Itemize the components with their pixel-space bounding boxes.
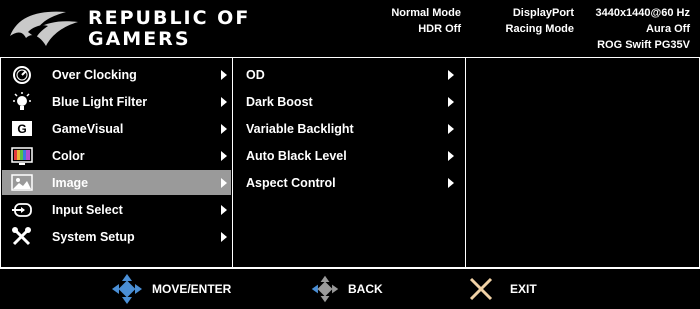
move-enter-button[interactable]: MOVE/ENTER — [110, 269, 231, 309]
hdr-status: HDR Off — [418, 23, 461, 35]
submenu-item-label: Variable Backlight — [246, 121, 354, 136]
chevron-right-icon — [221, 231, 227, 242]
menu-item-over-clocking[interactable]: Over Clocking — [2, 62, 231, 87]
chevron-right-icon — [448, 123, 454, 134]
submenu-item-label: Aspect Control — [246, 175, 336, 190]
menu-item-label: Image — [52, 175, 89, 190]
tools-icon — [12, 226, 31, 245]
color-bars-icon — [11, 146, 33, 165]
input-select-icon — [12, 202, 32, 217]
menu-item-system-setup[interactable]: System Setup — [2, 224, 231, 249]
aura-status: Aura Off — [646, 23, 690, 35]
option-panel — [465, 57, 700, 268]
submenu-item-dark-boost[interactable]: Dark Boost — [234, 89, 464, 114]
close-icon — [469, 277, 493, 301]
submenu-item-label: Dark Boost — [246, 94, 313, 109]
chevron-right-icon — [221, 177, 227, 188]
osd-footer: MOVE/ENTER BACK EXIT — [0, 268, 700, 309]
submenu-item-auto-black-level[interactable]: Auto Black Level — [234, 143, 464, 168]
chevron-right-icon — [448, 150, 454, 161]
menu-item-blue-light-filter[interactable]: Blue Light Filter — [2, 89, 231, 114]
menu-item-label: Blue Light Filter — [52, 94, 148, 109]
submenu-item-od[interactable]: OD — [234, 62, 464, 87]
menu-item-label: GameVisual — [52, 121, 124, 136]
svg-text:G: G — [17, 122, 26, 136]
main-menu-panel: Over Clocking Blue Light Filter G GameVi… — [0, 57, 233, 268]
submenu-item-label: OD — [246, 67, 265, 82]
menu-item-color[interactable]: Color — [2, 143, 231, 168]
gamevisual-icon: G — [12, 120, 32, 136]
speedometer-icon — [13, 65, 31, 84]
submenu-item-aspect-control[interactable]: Aspect Control — [234, 170, 464, 195]
dpad-back-icon — [311, 275, 339, 303]
chevron-right-icon — [221, 204, 227, 215]
move-enter-label: MOVE/ENTER — [152, 282, 232, 296]
brand-line-2: GAMERS — [88, 28, 191, 50]
exit-button[interactable]: EXIT — [468, 269, 537, 309]
chevron-right-icon — [221, 96, 227, 107]
chevron-right-icon — [448, 96, 454, 107]
picture-mode-status: Normal Mode — [391, 7, 461, 19]
image-icon — [11, 173, 33, 191]
dpad-move-icon — [112, 274, 142, 304]
rog-eye-logo-icon — [10, 11, 78, 46]
back-label: BACK — [348, 282, 383, 296]
model-name: ROG Swift PG35V — [597, 39, 690, 51]
image-submenu-panel: OD Dark Boost Variable Backlight Auto Bl… — [232, 57, 466, 268]
menu-item-image[interactable]: Image — [2, 170, 231, 195]
chevron-right-icon — [221, 150, 227, 161]
submenu-item-variable-backlight[interactable]: Variable Backlight — [234, 116, 464, 141]
chevron-right-icon — [448, 177, 454, 188]
submenu-item-label: Auto Black Level — [246, 148, 347, 163]
menu-item-input-select[interactable]: Input Select — [2, 197, 231, 222]
menu-item-label: Over Clocking — [52, 67, 137, 82]
chevron-right-icon — [448, 69, 454, 80]
resolution-status: 3440x1440@60 Hz — [595, 7, 690, 19]
menu-item-gamevisual[interactable]: G GameVisual — [2, 116, 231, 141]
brand-line-1: REPUBLIC OF — [88, 7, 251, 29]
back-button[interactable]: BACK — [310, 269, 383, 309]
brand-wordmark: REPUBLIC OF GAMERS — [88, 8, 250, 50]
chevron-right-icon — [221, 123, 227, 134]
input-status: DisplayPort — [512, 7, 574, 19]
menu-item-label: System Setup — [52, 229, 135, 244]
bulb-icon — [13, 91, 31, 110]
racing-mode-status: Racing Mode — [505, 23, 574, 35]
menu-item-label: Input Select — [52, 202, 123, 217]
menu-item-label: Color — [52, 148, 85, 163]
exit-label: EXIT — [510, 282, 537, 296]
chevron-right-icon — [221, 69, 227, 80]
osd-header: REPUBLIC OF GAMERS Normal Mode HDR Off D… — [0, 0, 700, 56]
